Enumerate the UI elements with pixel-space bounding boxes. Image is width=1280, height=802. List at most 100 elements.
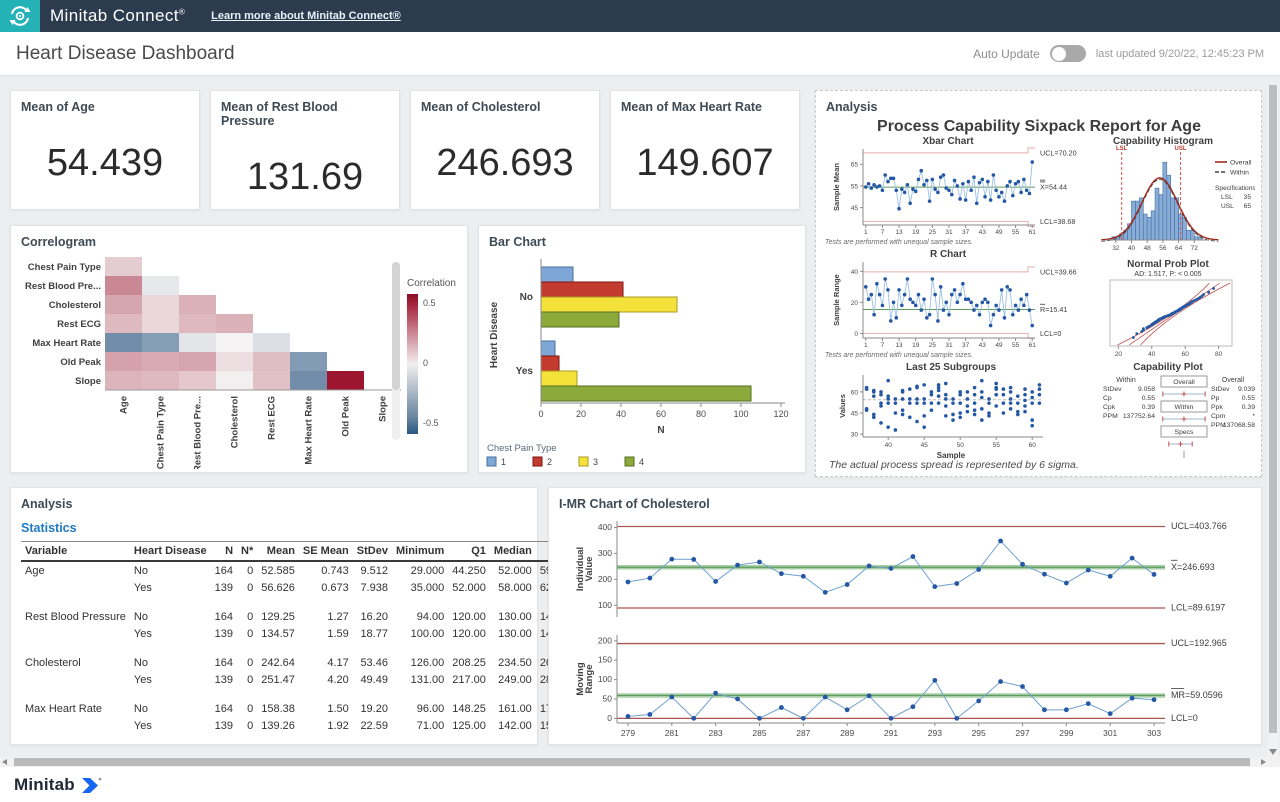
svg-text:40: 40 <box>851 269 859 276</box>
svg-text:Overall: Overall <box>1173 379 1195 386</box>
svg-text:137068.58: 137068.58 <box>1223 422 1255 429</box>
svg-text:0.39: 0.39 <box>1242 404 1255 411</box>
svg-text:LSL: LSL <box>1221 194 1233 201</box>
registered-mark: ® <box>179 7 185 16</box>
panel-analysis-statistics: Analysis Statistics VariableHeart Diseas… <box>10 487 538 745</box>
svg-text:43: 43 <box>979 342 987 349</box>
dashboard-content: Mean of Age 54.439 Mean of Rest Blood Pr… <box>0 76 1280 768</box>
svg-text:1: 1 <box>501 457 506 467</box>
kpi-label: Mean of Max Heart Rate <box>611 91 799 116</box>
stats-table-row: AgeNo164052.5850.7439.51229.00044.25052.… <box>21 561 636 579</box>
svg-text:55: 55 <box>993 442 1001 449</box>
svg-text:293: 293 <box>928 728 942 738</box>
bar-chart: NoYes020406080100120NHeart DiseaseChest … <box>483 251 801 473</box>
svg-text:Specifications: Specifications <box>1215 185 1255 192</box>
learn-more-link[interactable]: Learn more about Minitab Connect® <box>211 10 401 22</box>
svg-text:UCL=39.66: UCL=39.66 <box>1040 267 1077 276</box>
panel-title: Analysis <box>11 488 537 513</box>
svg-text:45: 45 <box>851 205 859 212</box>
svg-text:43: 43 <box>979 229 987 236</box>
kpi-card-mean-of-cholesterol: Mean of Cholesterol 246.693 <box>410 90 600 210</box>
svg-text:4: 4 <box>639 457 644 467</box>
svg-text:0.55: 0.55 <box>1242 395 1255 402</box>
svg-text:200: 200 <box>598 635 612 645</box>
horizontal-scrollbar-thumb[interactable] <box>14 758 1250 766</box>
svg-text:The actual process spread is r: The actual process spread is represented… <box>829 459 1079 471</box>
svg-text:301: 301 <box>1103 728 1117 738</box>
svg-text:55: 55 <box>1012 229 1020 236</box>
sixpack-chart: Process Capability Sixpack Report for Ag… <box>816 116 1261 479</box>
svg-text:20: 20 <box>1115 351 1123 358</box>
kpi-card-mean-of-max-heart-rate: Mean of Max Heart Rate 149.607 <box>610 90 800 210</box>
svg-text:61: 61 <box>1029 229 1037 236</box>
stats-col-header: StDev <box>353 542 392 562</box>
svg-text:USL: USL <box>1175 146 1187 152</box>
stats-table-row: Yes139056.6260.6737.93835.00052.00058.00… <box>21 579 636 596</box>
svg-text:45: 45 <box>921 442 929 449</box>
panel-correlogram: Correlogram Chest Pain TypeRest Blood Pr… <box>10 225 468 473</box>
svg-text:Old Peak: Old Peak <box>60 357 101 368</box>
svg-text:9.039: 9.039 <box>1238 386 1255 393</box>
correlogram-scrollbar[interactable] <box>389 258 403 458</box>
svg-text:55: 55 <box>1012 342 1020 349</box>
auto-update-toggle[interactable] <box>1050 45 1086 62</box>
svg-text:19: 19 <box>912 342 920 349</box>
toggle-knob <box>1052 47 1066 61</box>
scroll-left-arrow-icon[interactable] <box>2 759 7 765</box>
scroll-right-arrow-icon[interactable] <box>1261 759 1266 765</box>
svg-text:1: 1 <box>864 229 868 236</box>
kpi-value: 246.693 <box>411 142 599 185</box>
svg-text:100: 100 <box>598 674 612 684</box>
svg-text:LCL=0: LCL=0 <box>1040 329 1061 338</box>
svg-text:Cpm: Cpm <box>1211 413 1226 420</box>
kpi-value: 149.607 <box>611 142 799 185</box>
svg-text:137752.64: 137752.64 <box>1123 413 1155 420</box>
svg-text:65: 65 <box>1244 203 1252 210</box>
vertical-scrollbar[interactable] <box>1268 85 1278 757</box>
svg-text:40: 40 <box>1128 245 1136 252</box>
minitab-logo-icon <box>80 775 102 795</box>
kpi-label: Mean of Rest Blood Pressure <box>211 91 399 130</box>
svg-text:0: 0 <box>538 409 543 419</box>
vertical-scrollbar-thumb[interactable] <box>1269 85 1277 733</box>
stats-table-row: Yes1390251.474.2049.49131.00217.00249.00… <box>21 671 636 688</box>
svg-text:40: 40 <box>885 442 893 449</box>
panel-analysis-sixpack: Analysis Process Capability Sixpack Repo… <box>815 90 1262 477</box>
svg-text:Rest ECG: Rest ECG <box>267 396 278 440</box>
svg-text:Tests are performed with unequ: Tests are performed with unequal sample … <box>825 352 973 359</box>
svg-text:30: 30 <box>851 432 859 439</box>
kpi-label: Mean of Cholesterol <box>411 91 599 116</box>
stats-col-header: Mean <box>257 542 299 562</box>
correlogram-heatmap: Chest Pain TypeRest Blood Pre...Choleste… <box>13 251 401 469</box>
svg-text:Within: Within <box>1116 377 1136 384</box>
stats-table-row: Rest Blood PressureNo1640129.251.2716.20… <box>21 608 636 625</box>
svg-text:55: 55 <box>851 183 859 190</box>
svg-text:Old Peak: Old Peak <box>341 395 352 436</box>
horizontal-scrollbar[interactable] <box>0 757 1280 767</box>
svg-text:Yes: Yes <box>516 366 534 377</box>
svg-text:UCL=192.965: UCL=192.965 <box>1171 638 1227 648</box>
svg-text:279: 279 <box>621 728 635 738</box>
legend-gradient-bar <box>407 294 418 434</box>
svg-text:Cholesterol: Cholesterol <box>230 396 241 448</box>
svg-text:37: 37 <box>962 342 970 349</box>
minitab-connect-logo-icon <box>0 0 40 32</box>
svg-text:Age: Age <box>119 396 130 414</box>
svg-text:25: 25 <box>929 342 937 349</box>
svg-text:49: 49 <box>995 229 1003 236</box>
svg-text:200: 200 <box>598 574 612 584</box>
panel-title: Bar Chart <box>479 226 805 251</box>
svg-text:Cholesterol: Cholesterol <box>49 300 101 311</box>
svg-text:Rest ECG: Rest ECG <box>57 319 101 330</box>
svg-text:Slope: Slope <box>75 376 101 387</box>
svg-text:Process Capability Sixpack Rep: Process Capability Sixpack Report for Ag… <box>877 118 1201 135</box>
svg-text:31: 31 <box>945 229 953 236</box>
scroll-down-arrow-icon[interactable] <box>1269 749 1277 755</box>
stats-col-header: Variable <box>21 542 130 562</box>
svg-text:13: 13 <box>895 342 903 349</box>
svg-text:Overall: Overall <box>1230 160 1252 167</box>
kpi-value: 54.439 <box>11 142 199 185</box>
sixpack-svg: Process Capability Sixpack Report for Ag… <box>823 116 1255 474</box>
kpi-card-mean-of-age: Mean of Age 54.439 <box>10 90 200 210</box>
svg-text:0: 0 <box>607 713 612 723</box>
